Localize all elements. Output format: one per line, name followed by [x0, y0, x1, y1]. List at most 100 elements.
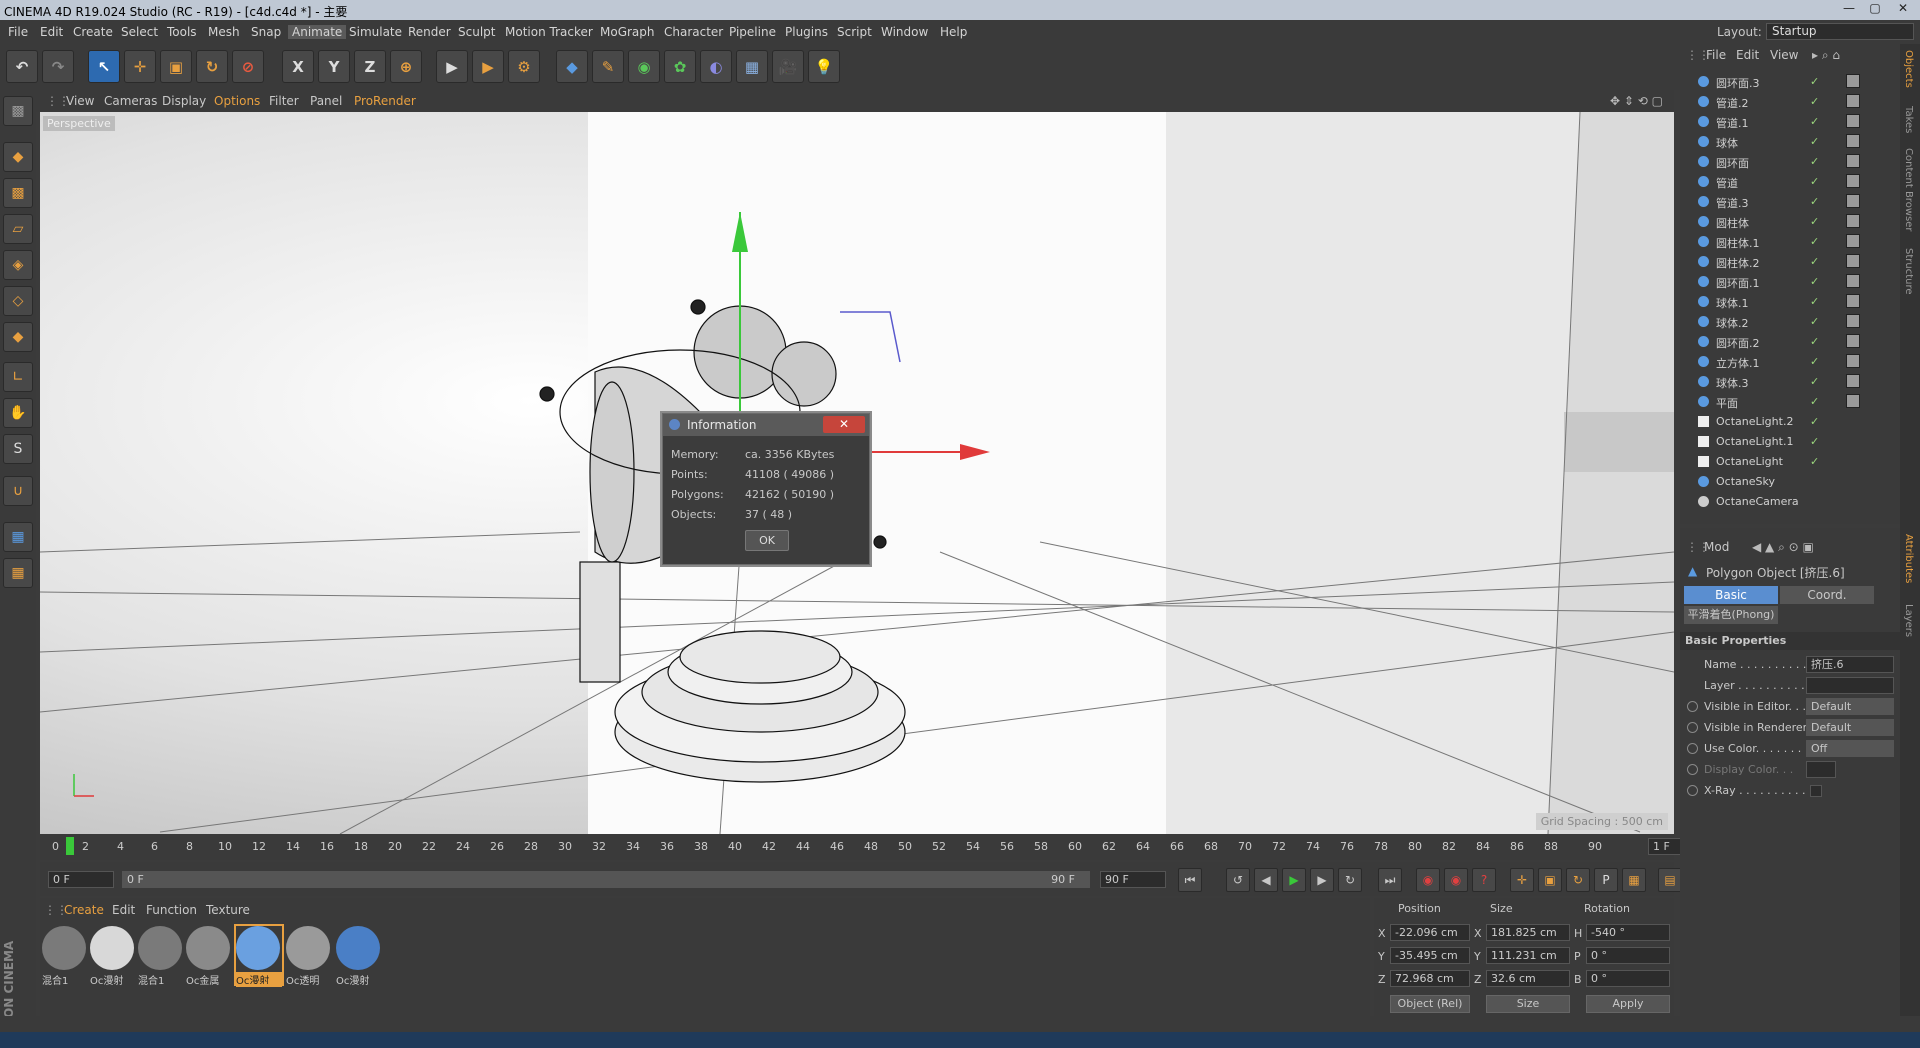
object-row[interactable]: 球体.2 ✓ — [1686, 312, 1880, 332]
object-row[interactable]: 管道.3 ✓ — [1686, 192, 1880, 212]
object-row[interactable]: 圆柱体 ✓ — [1686, 212, 1880, 232]
menu-tools[interactable]: Tools — [167, 25, 197, 39]
render-picture-viewer-icon[interactable]: ▶ — [472, 50, 504, 83]
menu-snap[interactable]: Snap — [251, 25, 281, 39]
deformer-icon[interactable]: ◐ — [700, 50, 732, 83]
recent-tools-icon[interactable]: ⊘ — [232, 50, 264, 83]
viewport-navigation-icons[interactable]: ✥ ⇕ ⟲ ▢ — [1610, 94, 1663, 108]
material-swatch[interactable]: Oc漫射 — [90, 926, 136, 987]
object-row[interactable]: OctaneLight ✓ — [1686, 452, 1880, 472]
rotation-key-icon[interactable]: ↻ — [1566, 868, 1590, 892]
attribute-menu-mode[interactable]: Mod — [1704, 540, 1729, 554]
object-row[interactable]: 球体 ✓ — [1686, 132, 1880, 152]
material-tag-icon[interactable] — [1846, 274, 1860, 288]
live-selection-icon[interactable]: ↖ — [88, 50, 120, 83]
floor-icon[interactable]: ▦ — [736, 50, 768, 83]
move-icon[interactable]: ✛ — [124, 50, 156, 83]
material-tag-icon[interactable] — [1846, 154, 1860, 168]
rotation-h-field[interactable]: -540 ° — [1586, 924, 1670, 941]
parameter-key-icon[interactable]: P — [1594, 868, 1618, 892]
viewport-menu-prorender[interactable]: ProRender — [354, 94, 416, 108]
pla-key-icon[interactable]: ▦ — [1622, 868, 1646, 892]
size-x-field[interactable]: 181.825 cm — [1486, 924, 1570, 941]
animate-radio-icon[interactable] — [1687, 743, 1698, 754]
check-icon[interactable]: ✓ — [1810, 195, 1819, 208]
texture-mode-icon[interactable]: ▩ — [3, 178, 33, 208]
object-row[interactable]: 平面 ✓ — [1686, 392, 1880, 412]
snap-icon[interactable]: S — [3, 434, 33, 464]
object-row[interactable]: OctaneLight.2 ✓ — [1686, 412, 1880, 432]
menu-help[interactable]: Help — [940, 25, 967, 39]
autokey-icon[interactable]: ◉ — [1444, 868, 1468, 892]
check-icon[interactable]: ✓ — [1810, 215, 1819, 228]
undo-button[interactable]: ↶ — [6, 50, 38, 83]
check-icon[interactable]: ✓ — [1810, 315, 1819, 328]
position-z-field[interactable]: 72.968 cm — [1390, 970, 1470, 987]
redo-icon[interactable]: ↷ — [42, 50, 74, 83]
lock-x-button[interactable]: X — [282, 50, 314, 83]
tab-content-browser[interactable]: Content Browser — [1903, 148, 1914, 231]
object-row[interactable]: 圆柱体.2 ✓ — [1686, 252, 1880, 272]
object-search-icon[interactable]: ▸ ⌕ ⌂ — [1812, 48, 1840, 63]
material-tag-icon[interactable] — [1846, 254, 1860, 268]
size-z-field[interactable]: 32.6 cm — [1486, 970, 1570, 987]
check-icon[interactable]: ✓ — [1810, 435, 1819, 448]
material-tag-icon[interactable] — [1846, 214, 1860, 228]
play-icon[interactable]: ▶ — [1282, 868, 1306, 892]
check-icon[interactable]: ✓ — [1810, 375, 1819, 388]
viewport-menu-options[interactable]: Options — [214, 94, 260, 108]
object-row[interactable]: 管道.2 ✓ — [1686, 92, 1880, 112]
tab-phong[interactable]: 平滑着色(Phong) — [1684, 606, 1778, 624]
workplane-icon[interactable]: ▱ — [3, 214, 33, 244]
check-icon[interactable]: ✓ — [1810, 335, 1819, 348]
menu-file[interactable]: File — [8, 25, 28, 39]
next-keyframe-icon[interactable]: ↻ — [1338, 868, 1362, 892]
tab-takes[interactable]: Takes — [1903, 106, 1914, 133]
cube-icon[interactable]: ◆ — [556, 50, 588, 83]
render-view-icon[interactable]: ▶ — [436, 50, 468, 83]
check-icon[interactable]: ✓ — [1810, 415, 1819, 428]
model-mode-icon[interactable]: ◆ — [3, 142, 33, 172]
tab-structure[interactable]: Structure — [1903, 248, 1914, 295]
frame-range-slider[interactable]: 0 F 90 F — [122, 871, 1090, 888]
object-row[interactable]: 球体.3 ✓ — [1686, 372, 1880, 392]
record-active-icon[interactable]: ◉ — [1416, 868, 1440, 892]
check-icon[interactable]: ✓ — [1810, 275, 1819, 288]
menu-select[interactable]: Select — [121, 25, 158, 39]
planar-workplane-icon[interactable]: ▦ — [3, 558, 33, 588]
material-tag-icon[interactable] — [1846, 114, 1860, 128]
menu-simulate[interactable]: Simulate — [349, 25, 402, 39]
material-menu-edit[interactable]: Edit — [112, 903, 135, 917]
world-coordinates-icon[interactable]: ⊕ — [390, 50, 422, 83]
position-x-field[interactable]: -22.096 cm — [1390, 924, 1470, 941]
check-icon[interactable]: ✓ — [1810, 115, 1819, 128]
pen-spline-icon[interactable]: ✎ — [592, 50, 624, 83]
menu-script[interactable]: Script — [837, 25, 872, 39]
end-frame-field[interactable]: 90 F — [1100, 871, 1166, 888]
object-row[interactable]: OctaneSky — [1686, 472, 1880, 492]
material-tag-icon[interactable] — [1846, 354, 1860, 368]
attribute-nav-icons[interactable]: ◀ ▲ ⌕ ⊙ ▣ — [1752, 540, 1814, 555]
use-color-dropdown[interactable]: Off — [1806, 740, 1894, 757]
object-row[interactable]: OctaneCamera — [1686, 492, 1880, 512]
viewport-menu-display[interactable]: Display — [162, 94, 206, 108]
material-tag-icon[interactable] — [1846, 94, 1860, 108]
position-key-icon[interactable]: ✛ — [1510, 868, 1534, 892]
timeline-ruler[interactable]: 0 2 4 6 8 10 12 14 16 18 20 22 24 26 28 … — [40, 834, 1716, 860]
viewport-menu-filter[interactable]: Filter — [269, 94, 299, 108]
render-settings-icon[interactable]: ⚙ — [508, 50, 540, 83]
object-menu-view[interactable]: View — [1770, 48, 1798, 62]
axis-mode-icon[interactable]: ∟ — [3, 362, 33, 392]
object-menu-file[interactable]: File — [1706, 48, 1726, 62]
layer-field[interactable] — [1806, 677, 1894, 694]
locked-workplane-icon[interactable]: ▦ — [3, 522, 33, 552]
material-menu-texture[interactable]: Texture — [206, 903, 250, 917]
playhead-marker[interactable] — [66, 837, 74, 855]
coordinate-mode-dropdown[interactable]: Object (Rel) — [1390, 995, 1470, 1013]
material-tag-icon[interactable] — [1846, 334, 1860, 348]
check-icon[interactable]: ✓ — [1810, 235, 1819, 248]
material-tag-icon[interactable] — [1846, 194, 1860, 208]
object-row[interactable]: 圆环面.3 ✓ — [1686, 72, 1880, 92]
tab-coord[interactable]: Coord. — [1780, 586, 1874, 604]
xray-checkbox[interactable] — [1810, 785, 1822, 797]
